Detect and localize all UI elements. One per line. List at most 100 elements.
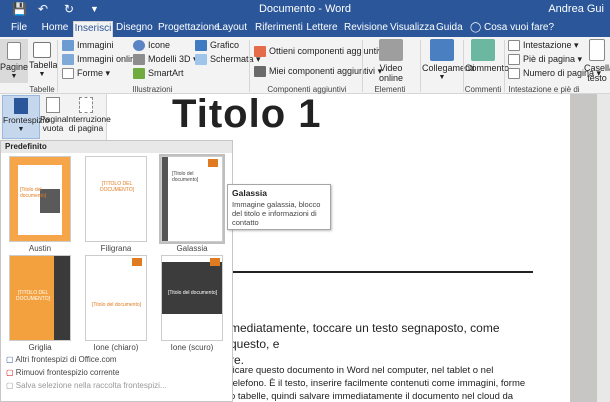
heading-1[interactable]: Titolo 1 [172,92,321,137]
online-image-icon [62,54,74,66]
cover-label: Ione (scuro) [170,343,214,352]
addins-icon [254,66,266,78]
cover-label: Austin [28,244,52,253]
chevron-down-icon: ▼ [438,74,446,81]
thumb-title: [Titolo del documento] [92,302,142,308]
tooltip-title: Galassia [232,188,267,198]
page-break-icon [79,97,93,113]
cover-label: Filigrana [100,244,132,253]
tooltip: Galassia Immagine galassia, blocco del t… [227,184,331,230]
comment-icon [471,39,495,61]
cover-thumb-filigrana[interactable]: [TITOLO DEL DOCUMENTO] [85,156,147,242]
tab-guida[interactable]: Guida [436,21,463,37]
separator [249,40,250,92]
user-name[interactable]: Andrea Gui [548,3,604,15]
vertical-scrollbar[interactable] [597,94,610,402]
textbox-button[interactable]: Casella testo [584,39,610,83]
chart-button[interactable]: Grafico [195,40,239,52]
header-button[interactable]: Intestazione ▾ [508,40,579,52]
thumb-title: [Titolo del documento] [20,187,47,199]
chevron-down-icon: ▼ [10,73,18,80]
lightbulb-icon: ◯ [470,22,482,33]
models3d-button[interactable]: Modelli 3D ▾ [133,54,198,66]
page-number-icon [508,68,520,80]
get-addins-button[interactable]: Ottieni componenti aggiuntivi [254,46,385,58]
tab-home[interactable]: Home [38,21,72,37]
window-title: Documento - Word [258,3,352,15]
tab-progettazione[interactable]: Progettazione [158,21,220,37]
cover-thumb-ione-chiaro[interactable]: [Titolo del documento] [85,255,147,341]
ribbon-tabs: File Home Inserisci Disegno Progettazion… [0,19,610,37]
tab-file[interactable]: File [4,21,34,37]
thumb-title: [Titolo del documento] [172,171,199,183]
tab-disegno[interactable]: Disegno [116,21,153,37]
office-icon: ▢ [6,355,14,364]
cover-label: Griglia [28,343,52,352]
cover-gallery: Predefinito [Titolo del documento] Austi… [0,140,233,402]
pages-dropdown: Frontespizio ▼ Pagina vuota Interruzione… [0,94,111,140]
separator [57,40,58,92]
footer-icon [508,54,520,66]
link-icon [430,39,454,61]
page-break-button[interactable]: Interruzione di pagina [66,95,111,139]
pages-button[interactable]: Pagine ▼ [0,39,28,83]
cover-thumb-griglia[interactable]: [TITOLO DEL DOCUMENTO] [9,255,71,341]
tab-riferimenti[interactable]: Riferimenti [255,21,303,37]
shapes-icon [62,68,74,80]
ribbon-insert: Pagine ▼ Tabella ▼ Tabelle Immagini Imma… [0,37,610,103]
screenshot-icon [195,54,207,66]
tab-inserisci[interactable]: Inserisci [73,21,113,37]
online-video-button[interactable]: Video online [372,39,410,83]
cover-thumb-galassia[interactable]: [Titolo del documento] [159,154,225,244]
cover-thumb-austin[interactable]: [Titolo del documento] [9,156,71,242]
chart-icon [195,40,207,52]
online-images-button[interactable]: Immagini online [62,54,140,66]
group-label-tables: Tabelle [29,85,55,94]
shapes-button[interactable]: Forme ▾ [62,68,110,80]
tell-me-search[interactable]: ◯ Cosa vuoi fare? [470,21,554,35]
horizontal-rule [230,271,533,273]
image-icon [62,40,74,52]
footer-button[interactable]: Piè di pagina ▾ [508,54,582,66]
table-icon [33,42,51,58]
tooltip-description: Immagine galassia, blocco del titolo e i… [232,200,321,227]
tab-layout[interactable]: Layout [216,21,248,37]
tab-lettere[interactable]: Lettere [305,21,339,37]
cube-icon [133,54,145,66]
placeholder-text[interactable]: mediatamente, toccare un testo segnapost… [230,320,530,368]
video-icon [379,39,403,61]
chevron-down-icon: ▼ [17,126,25,133]
table-button[interactable]: Tabella ▼ [29,39,58,80]
cover-thumb-ione-scuro[interactable]: [Titolo del documento] [161,255,223,341]
separator [420,40,421,92]
cover-label: Ione (chiaro) [93,343,139,352]
gallery-header: Predefinito [1,141,232,153]
icons-button[interactable]: Icone [133,40,170,52]
save-to-gallery-item[interactable]: ▢ Salva selezione nella raccolta frontes… [6,381,167,390]
thumb-title: [TITOLO DEL DOCUMENTO] [99,181,135,193]
blank-page-button[interactable]: Pagina vuota [40,95,66,139]
textbox-icon [589,39,605,61]
title-bar: 💾 ↶ ↻ ▼ Documento - Word Andrea Gui [0,0,610,19]
cover-label: Galassia [176,244,208,253]
remove-icon: ▢ [6,368,14,377]
comment-button[interactable]: Commento [465,39,509,73]
thumb-title: [Titolo del documento] [168,290,218,296]
smartart-icon [133,68,145,80]
cover-page-button[interactable]: Frontespizio ▼ [2,95,49,139]
screenshot-button[interactable]: Schermata ▾ [195,54,261,66]
images-button[interactable]: Immagini [62,40,114,52]
links-button[interactable]: Collegamenti ▼ [422,39,475,83]
thumb-title: [TITOLO DEL DOCUMENTO] [15,290,51,302]
store-icon [254,46,266,58]
remove-cover-item[interactable]: ▢ Rimuovi frontespizio corrente [6,368,119,377]
group-label-comments: Commenti [464,85,502,94]
smartart-button[interactable]: SmartArt [133,68,184,80]
tab-visualizza[interactable]: Visualizza [390,21,435,37]
body-paragraph[interactable]: ficare questo documento in Word nel comp… [230,364,530,402]
tab-revisione[interactable]: Revisione [344,21,388,37]
cover-page-icon [14,98,28,114]
blank-page-icon [46,97,60,113]
more-covers-link[interactable]: ▢ Altri frontespizi di Office.com [6,355,117,364]
header-icon [508,40,520,52]
